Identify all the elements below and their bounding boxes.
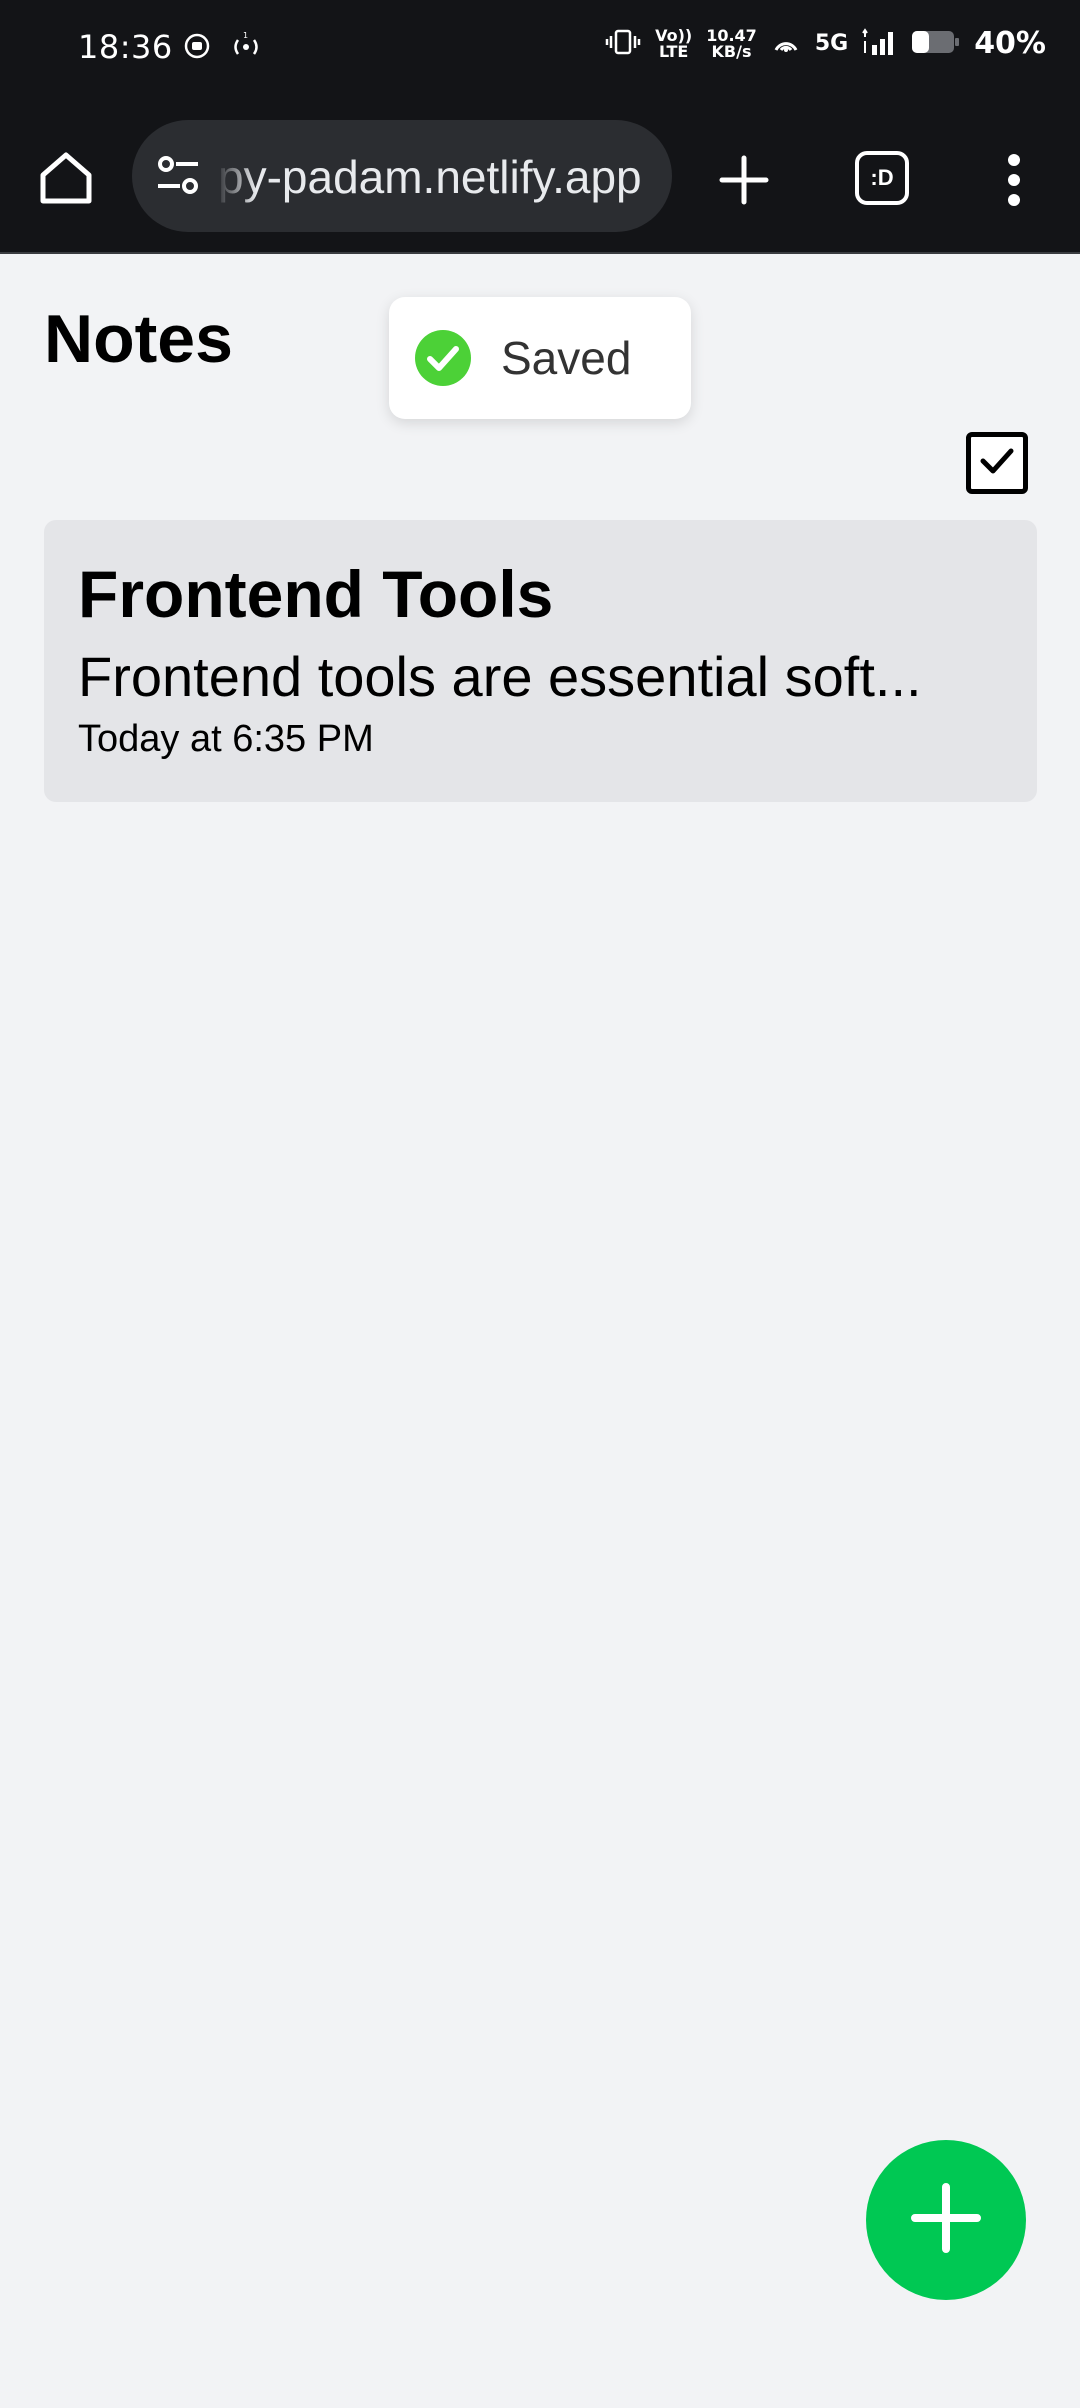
status-right-icons: Vo)) LTE 10.47 KB/s 5G 40% bbox=[605, 26, 1046, 61]
status-left-icons: 1 bbox=[184, 31, 264, 64]
saved-toast: Saved bbox=[389, 297, 691, 419]
vibrate-icon bbox=[605, 28, 641, 60]
hotspot-icon: 1 bbox=[228, 31, 264, 64]
signal-icon bbox=[862, 27, 896, 61]
status-bar: 18:36 1 Vo)) LTE 10.47 KB/s 5G 40% bbox=[0, 0, 1080, 100]
network-type: 5G bbox=[814, 31, 849, 56]
plus-icon bbox=[718, 154, 770, 210]
network-speed-unit: KB/s bbox=[711, 41, 752, 61]
note-card[interactable]: Frontend Tools Frontend tools are essent… bbox=[44, 520, 1037, 802]
note-preview: Frontend tools are essential soft... bbox=[78, 645, 922, 708]
status-time: 18:36 bbox=[78, 28, 173, 66]
network-speed: 10.47 KB/s bbox=[706, 27, 757, 61]
tab-switcher-icon: :D bbox=[855, 151, 909, 205]
svg-text:1: 1 bbox=[243, 32, 248, 40]
note-date: Today at 6:35 PM bbox=[78, 718, 374, 760]
browser-toolbar: py-padam.netlify.app :D bbox=[0, 100, 1080, 254]
home-button[interactable] bbox=[30, 144, 102, 216]
new-tab-button[interactable] bbox=[706, 144, 782, 220]
site-settings-icon[interactable] bbox=[154, 154, 202, 198]
more-vert-icon bbox=[1004, 152, 1024, 212]
url-text: py-padam.netlify.app bbox=[218, 151, 642, 203]
home-icon bbox=[37, 149, 95, 211]
add-note-button[interactable] bbox=[866, 2140, 1026, 2300]
url-fade bbox=[216, 120, 256, 232]
check-circle-icon bbox=[415, 330, 471, 386]
select-notes-button[interactable] bbox=[966, 432, 1028, 494]
battery-percent: 40% bbox=[974, 26, 1046, 61]
volte-bottom: LTE bbox=[658, 41, 689, 61]
nfc-icon bbox=[771, 28, 801, 60]
volte-indicator: Vo)) LTE bbox=[655, 27, 692, 61]
plus-icon bbox=[911, 2183, 981, 2257]
screen-record-icon bbox=[184, 33, 210, 63]
note-title: Frontend Tools bbox=[78, 557, 554, 631]
tab-switcher-button[interactable]: :D bbox=[848, 144, 916, 212]
toast-text: Saved bbox=[501, 332, 632, 384]
more-menu-button[interactable] bbox=[990, 144, 1038, 220]
checkbox-icon bbox=[979, 446, 1015, 480]
address-bar[interactable]: py-padam.netlify.app bbox=[132, 120, 672, 232]
page-title: Notes bbox=[44, 301, 233, 377]
battery-icon bbox=[910, 28, 960, 60]
